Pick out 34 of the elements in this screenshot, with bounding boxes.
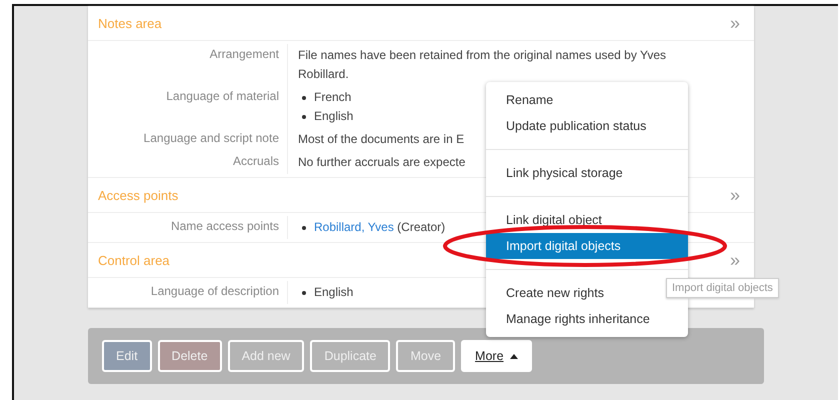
list-item: French xyxy=(314,89,352,106)
bullet-icon xyxy=(302,114,306,118)
expand-icon: » xyxy=(730,12,740,34)
field-label: Language and script note xyxy=(88,128,288,151)
list-item: English xyxy=(314,284,354,301)
field-label: Name access points xyxy=(88,216,288,239)
field-label: Arrangement xyxy=(88,44,288,86)
field-label: Language of description xyxy=(88,281,288,304)
field-value: Most of the documents are in E xyxy=(297,131,464,148)
caret-icon xyxy=(510,354,518,358)
field-value: No further accruals are expecte xyxy=(297,154,466,171)
bullet-icon xyxy=(302,226,306,230)
expand-icon: » xyxy=(730,184,740,206)
menu-item[interactable]: Manage rights inheritance xyxy=(486,306,688,332)
menu-item[interactable]: Rename xyxy=(486,87,688,113)
section-header[interactable]: Notes area » xyxy=(88,6,754,41)
section-title: Control area xyxy=(98,252,170,268)
bullet-icon xyxy=(302,290,306,294)
menu-item[interactable]: Update publication status xyxy=(486,113,688,139)
list-item: English xyxy=(314,108,354,125)
role-text: (Creator) xyxy=(397,220,446,234)
expand-icon: » xyxy=(730,250,740,270)
bullet-icon xyxy=(302,96,306,100)
action-button[interactable]: Edit xyxy=(102,340,152,372)
action-button[interactable]: Delete xyxy=(158,340,222,372)
field-value: File names have been retained from the original names used by Yves Robillard. xyxy=(297,47,667,83)
field-label: Accruals xyxy=(88,151,288,174)
field-label: Language of material xyxy=(88,86,288,128)
menu-item[interactable]: Import digital objects xyxy=(486,233,688,259)
tooltip: Import digital objects xyxy=(666,278,779,298)
more-button[interactable]: More xyxy=(461,340,532,372)
name-link[interactable]: Robillard, Yves xyxy=(314,220,394,234)
section-title: Notes area xyxy=(98,16,162,30)
section-title: Access points xyxy=(98,188,178,202)
